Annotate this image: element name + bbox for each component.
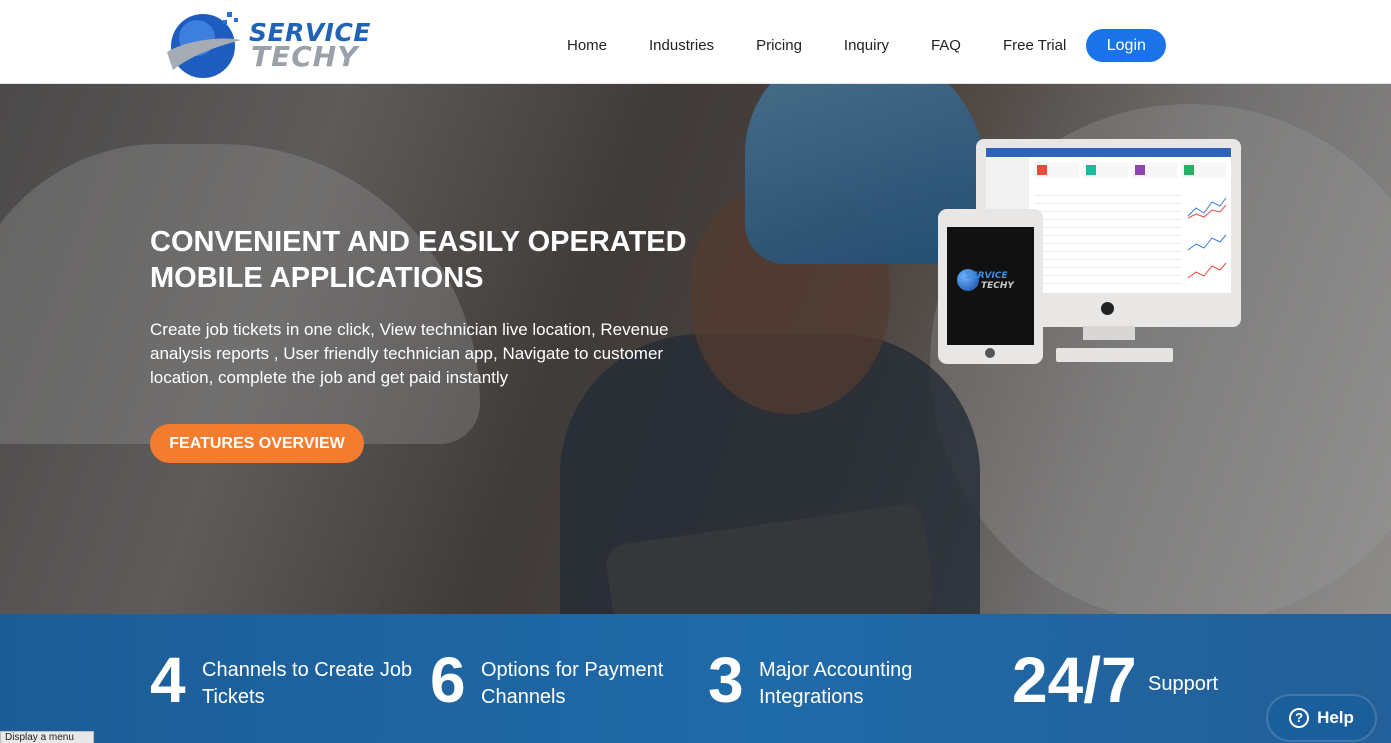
monitor-stand [1083,326,1135,340]
hero-title: CONVENIENT AND EASILY OPERATED MOBILE AP… [150,226,687,294]
features-overview-button[interactable]: FEATURES OVERVIEW [150,424,364,463]
site-header: SERVICE TECHY Home Industries Pricing In… [0,0,1391,84]
stat-number: 6 [430,644,466,716]
help-button[interactable]: ? Help [1268,696,1375,740]
menu-tooltip: Display a menu [0,731,94,743]
monitor-button-icon [1101,302,1114,315]
question-circle-icon: ? [1289,708,1310,728]
hero-description: Create job tickets in one click, View te… [150,320,669,387]
tablet-logo-techy: TECHY [981,281,1014,291]
stat-label: Support [1148,673,1219,695]
brand-logo[interactable]: SERVICE TECHY [165,6,380,80]
stat-number: 3 [708,644,744,716]
monitor-base [1056,348,1173,362]
tablet-logo-service: SERVICE [965,271,1008,281]
nav-faq[interactable]: FAQ [931,37,961,54]
nav-inquiry[interactable]: Inquiry [844,37,889,54]
stat-number: 24/7 [1012,644,1137,716]
tablet-home-button-icon [985,348,995,358]
nav-pricing[interactable]: Pricing [756,37,802,54]
nav-free-trial[interactable]: Free Trial [1003,37,1066,54]
stat-label: Channels to Create Job Tickets [202,659,413,708]
help-label: Help [1317,708,1354,727]
stat-number: 4 [150,644,186,716]
main-nav: Home Industries Pricing Inquiry FAQ Free… [567,28,1167,62]
logo-text-techy: TECHY [251,40,359,73]
nav-industries[interactable]: Industries [649,37,714,54]
tablet-screen: SERVICE TECHY [947,227,1034,345]
stat-label: Major Accounting Integrations [759,659,913,708]
login-button[interactable]: Login [1086,28,1167,62]
stat-label: Options for Payment Channels [481,659,664,708]
globe-swoosh-icon [167,12,241,78]
nav-home[interactable]: Home [567,37,607,54]
tablet-mockup: SERVICE TECHY [938,209,1043,364]
